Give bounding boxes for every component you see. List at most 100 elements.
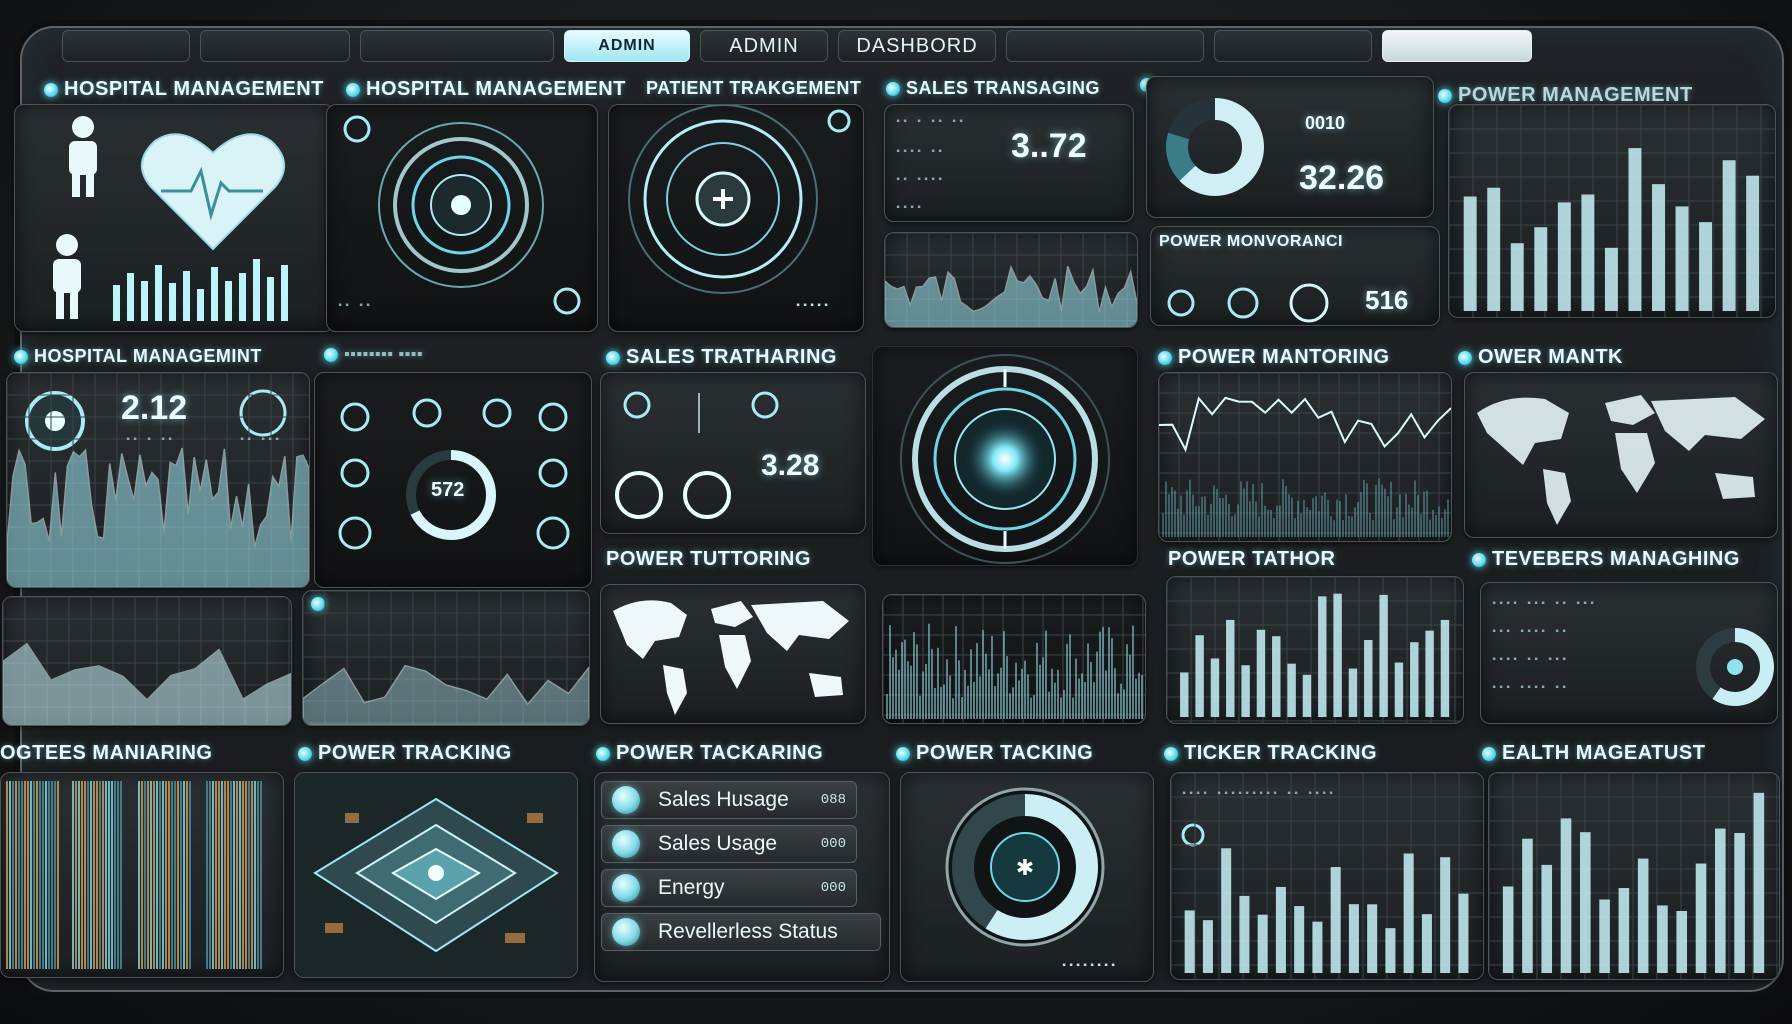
- status-dot-icon: [1438, 88, 1452, 103]
- ticker-panel[interactable]: ▪▪▪▪ ▪▪▪▪▪▪▪▪▪ ▪▪ ▪▪▪▪: [1170, 772, 1484, 980]
- nav-tab-admin-active[interactable]: ADMIN: [564, 30, 690, 62]
- nav-tab-8[interactable]: [1214, 30, 1372, 62]
- bar: [1287, 663, 1296, 717]
- nav-tab-3[interactable]: [360, 30, 554, 62]
- power-bars-panel-2[interactable]: [1166, 576, 1464, 724]
- world-map-panel[interactable]: [1464, 372, 1778, 538]
- hospital-radar-panel[interactable]: ▪▪ ▪▪: [326, 104, 598, 332]
- panel-header: OGTEES MANIARING: [0, 742, 212, 765]
- power-monitoring-panel[interactable]: POWER MONVORANCI 516: [1150, 226, 1440, 326]
- sales-stats-panel[interactable]: ▪▪ ▪ ▪▪ ▪▪ ▪▪▪▪ ▪▪ ▪▪ ▪▪▪▪ ▪▪▪▪ 3..72: [884, 104, 1134, 222]
- ring-gauge-panel[interactable]: 572: [314, 372, 592, 588]
- power-dial-panel[interactable]: ✱ ▪▪▪▪▪▪▪▪: [900, 772, 1154, 982]
- panel-title: TICKER TRACKING: [1184, 742, 1378, 764]
- hospital-stats-panel[interactable]: 2.12 ▪▪ ▪ ▪▪ ▪▪ ▪▪▪: [6, 372, 310, 588]
- area-chart-panel-2[interactable]: [302, 590, 590, 726]
- nav-tab-7[interactable]: [1006, 30, 1204, 62]
- list-item[interactable]: Sales Usage 000: [601, 825, 857, 863]
- panel-title: OGTEES MANIARING: [0, 742, 213, 764]
- central-gauge-panel[interactable]: [872, 346, 1138, 566]
- panel-header: POWER TACKING: [896, 742, 1093, 765]
- nav-tab-9[interactable]: [1382, 30, 1532, 62]
- sales-area-chart: [885, 233, 1137, 327]
- power-value: 516: [1365, 285, 1409, 315]
- bar: [1256, 629, 1266, 717]
- list-item[interactable]: Revellerless Status: [601, 913, 881, 951]
- bar: [1599, 899, 1610, 973]
- donut-value: 32.26: [1299, 159, 1385, 197]
- reviewers-panel[interactable]: ▪▪▪▪ ▪▪▪ ▪▪ ▪▪▪ ▪▪▪ ▪▪▪▪ ▪▪ ▪▪▪▪ ▪▪ ▪▪▪ …: [1480, 582, 1778, 724]
- city-image-panel: [294, 772, 578, 978]
- power-monitoring-line-panel[interactable]: [1158, 372, 1452, 542]
- panel-header: HOSPITAL MANAGEMINT: [14, 346, 262, 367]
- panel-title: POWER TRACKING: [318, 742, 512, 764]
- donut-graphic: [1166, 98, 1264, 196]
- power-line-chart: [1159, 373, 1451, 541]
- area-series: [885, 264, 1137, 327]
- bar: [1221, 848, 1232, 973]
- panel-title: HOSPITAL MANAGEMINT: [34, 346, 262, 366]
- panel-header: TEVEBERS MANAGHING: [1472, 548, 1740, 571]
- vitals-graphic: [53, 116, 288, 321]
- list-item[interactable]: Energy 000: [601, 869, 857, 907]
- area-series: [3, 642, 291, 725]
- bar: [1522, 838, 1533, 973]
- circle-icon: [612, 874, 640, 902]
- bar: [1241, 665, 1250, 717]
- bar: [1463, 196, 1477, 311]
- panel-header: POWER MANTORING: [1158, 346, 1390, 369]
- bar: [1210, 658, 1220, 717]
- panel-title: POWER TATHOR: [1168, 548, 1336, 570]
- donut-panel[interactable]: 0010 32.26: [1146, 76, 1434, 218]
- sales-line-panel[interactable]: [884, 232, 1138, 328]
- bar: [1410, 642, 1419, 717]
- area-series: [7, 447, 309, 587]
- list-item[interactable]: Sales Husage 088: [601, 781, 857, 819]
- bar: [1746, 175, 1760, 311]
- bar: [1333, 593, 1342, 717]
- nav-tab-admin[interactable]: ADMIN: [700, 30, 828, 62]
- nav-tab-1[interactable]: [62, 30, 190, 62]
- micro-label: ▪▪▪▪: [895, 203, 924, 214]
- micro-label: ▪▪▪▪▪▪▪▪: [1061, 961, 1118, 972]
- patient-radar-panel[interactable]: ▪▪▪▪▪: [608, 104, 864, 332]
- panel-title: SALES TRATHARING: [626, 346, 837, 368]
- sales-tracking-value: 3.28: [761, 449, 820, 482]
- panel-header: POWER TATHOR: [1168, 548, 1335, 571]
- bar: [1637, 858, 1649, 973]
- area-chart: [3, 597, 291, 725]
- bar: [1348, 904, 1359, 973]
- bar: [1541, 864, 1553, 973]
- list-item-value: 000: [820, 836, 846, 852]
- noise-chart-panel[interactable]: [882, 594, 1146, 724]
- nav-tab-2[interactable]: [200, 30, 350, 62]
- bar: [1184, 910, 1195, 973]
- list-item-label: Revellerless Status: [658, 920, 838, 943]
- employees-panel[interactable]: [0, 772, 284, 978]
- micro-label: ▪▪▪▪ ▪▪: [895, 147, 945, 158]
- donut-small-value: 0010: [1305, 113, 1346, 133]
- power-management-bars-panel[interactable]: [1448, 104, 1776, 318]
- power-dial-graphic: ✱: [945, 787, 1105, 947]
- bar: [1604, 247, 1618, 311]
- world-map-panel-2[interactable]: [600, 584, 866, 724]
- area-chart-panel-1[interactable]: [2, 596, 292, 726]
- health-bars-panel[interactable]: [1488, 772, 1780, 980]
- world-map-graphic: [613, 600, 849, 715]
- bar: [1676, 910, 1688, 973]
- bar: [1348, 668, 1358, 717]
- hospital-vitals-panel[interactable]: [14, 104, 334, 332]
- circle-icon: [612, 918, 640, 946]
- bar: [1425, 630, 1434, 717]
- status-dot-icon: [1158, 350, 1172, 365]
- bar: [1385, 928, 1396, 973]
- bar: [1318, 596, 1327, 717]
- stripe-graphic: [6, 781, 262, 969]
- sales-tracking-panel[interactable]: 3.28: [600, 372, 866, 534]
- panel-title: EALTH MAGEATUST: [1502, 742, 1706, 764]
- bar: [1695, 863, 1707, 973]
- list-item-label: Energy: [658, 876, 725, 899]
- status-dot-icon: [1458, 350, 1472, 365]
- nav-tab-dashboard[interactable]: DASHBORD: [838, 30, 996, 62]
- bar: [1734, 832, 1745, 973]
